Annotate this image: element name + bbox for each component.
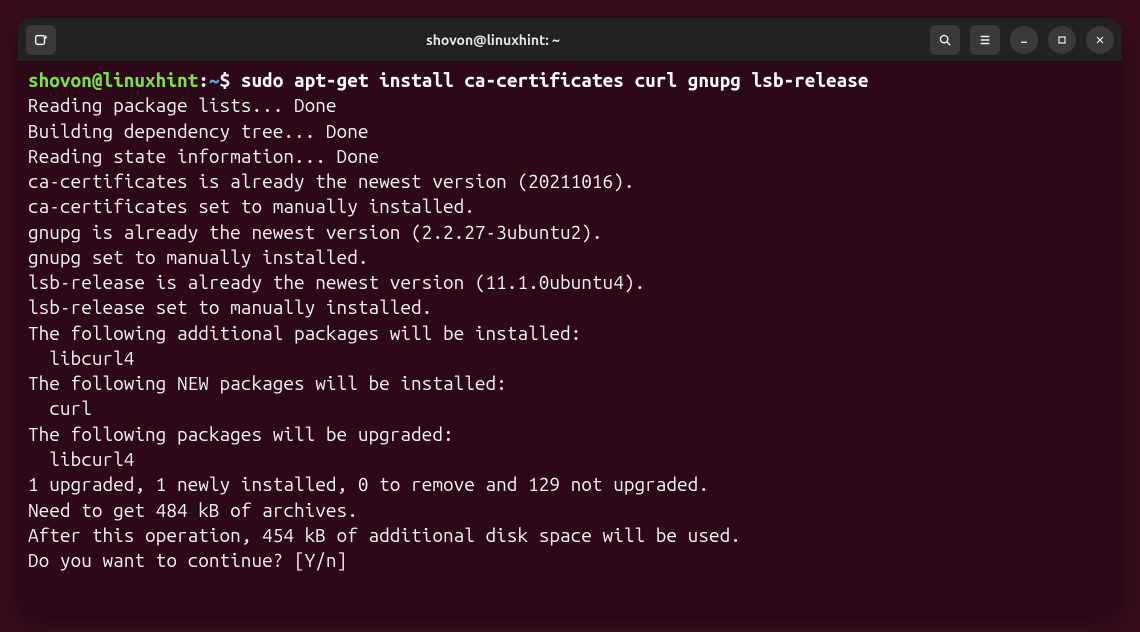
new-tab-icon [34, 33, 48, 47]
output-line: Reading package lists... Done [28, 94, 337, 116]
search-button[interactable] [930, 25, 960, 55]
output-line: curl [28, 397, 92, 419]
output-line: Need to get 484 kB of archives. [28, 499, 358, 521]
new-tab-button[interactable] [26, 25, 56, 55]
output-line: The following packages will be upgraded: [28, 423, 454, 445]
prompt-colon: : [198, 69, 209, 91]
window-title: shovon@linuxhint: ~ [62, 32, 924, 48]
hamburger-icon [978, 33, 992, 47]
output-line: 1 upgraded, 1 newly installed, 0 to remo… [28, 473, 709, 495]
minimize-icon [1018, 34, 1030, 46]
command-text: sudo apt-get install ca-certificates cur… [241, 69, 869, 91]
prompt-dollar: $ [220, 69, 231, 91]
output-line: Do you want to continue? [Y/n] [28, 549, 347, 571]
maximize-button[interactable] [1048, 26, 1076, 54]
maximize-icon [1056, 34, 1068, 46]
output-line: gnupg is already the newest version (2.2… [28, 221, 603, 243]
output-line: gnupg set to manually installed. [28, 246, 368, 268]
output-line: Building dependency tree... Done [28, 120, 368, 142]
menu-button[interactable] [970, 25, 1000, 55]
titlebar: shovon@linuxhint: ~ [18, 18, 1122, 62]
close-button[interactable] [1086, 26, 1114, 54]
close-icon [1094, 34, 1106, 46]
minimize-button[interactable] [1010, 26, 1038, 54]
output-line: Reading state information... Done [28, 145, 379, 167]
output-line: The following NEW packages will be insta… [28, 372, 507, 394]
output-line: libcurl4 [28, 448, 134, 470]
output-line: After this operation, 454 kB of addition… [28, 524, 741, 546]
output-line: ca-certificates set to manually installe… [28, 195, 475, 217]
output-line: lsb-release is already the newest versio… [28, 271, 645, 293]
output-line: The following additional packages will b… [28, 322, 581, 344]
terminal-body[interactable]: shovon@linuxhint:~$ sudo apt-get install… [18, 62, 1122, 614]
prompt-user-host: shovon@linuxhint [28, 69, 198, 91]
output-line: ca-certificates is already the newest ve… [28, 170, 634, 192]
output-line: lsb-release set to manually installed. [28, 296, 432, 318]
search-icon [938, 33, 952, 47]
output-line: libcurl4 [28, 347, 134, 369]
prompt-path: ~ [209, 69, 220, 91]
terminal-window: shovon@linuxhint: ~ [18, 18, 1122, 614]
